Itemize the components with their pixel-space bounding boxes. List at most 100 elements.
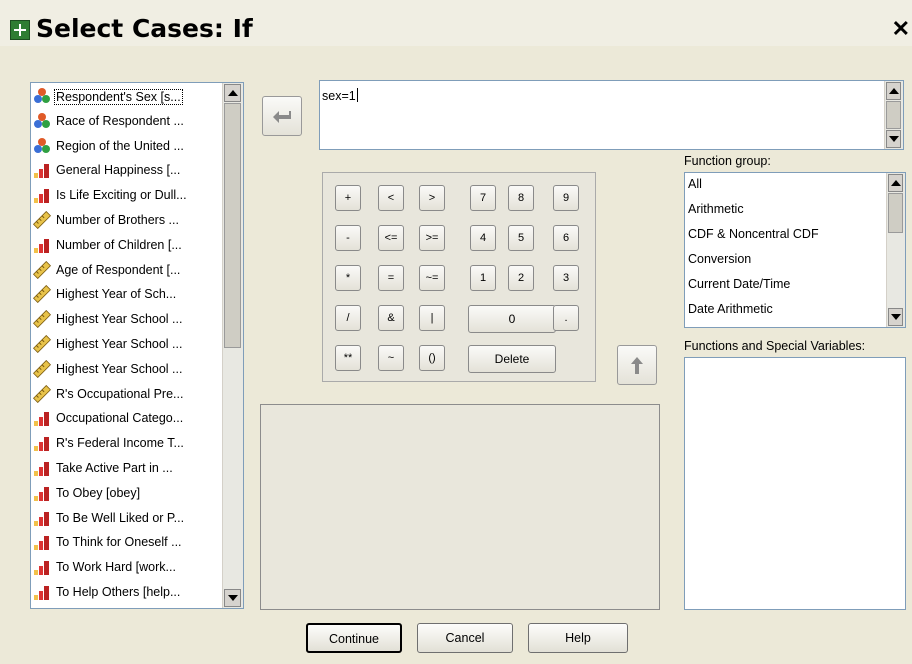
variable-label: To Help Others [help... xyxy=(56,585,181,599)
function-group-item[interactable]: Date Arithmetic xyxy=(688,302,773,316)
scroll-up-button[interactable] xyxy=(224,84,241,102)
text-caret xyxy=(356,88,358,102)
expression-textarea[interactable]: sex=1 xyxy=(319,80,904,150)
scroll-down-button[interactable] xyxy=(224,589,241,607)
key-decimal[interactable]: . xyxy=(553,305,579,331)
keypad-key[interactable]: >= xyxy=(419,225,445,251)
keypad-key[interactable]: 1 xyxy=(470,265,496,291)
variable-list-item[interactable]: Is Life Exciting or Dull... xyxy=(31,184,221,206)
keypad-key[interactable]: 9 xyxy=(553,185,579,211)
arrow-up-icon xyxy=(228,90,238,96)
function-group-item[interactable]: Current Date/Time xyxy=(688,277,790,291)
scroll-up-button[interactable] xyxy=(888,174,903,192)
keypad-key[interactable]: <= xyxy=(378,225,404,251)
scale-icon xyxy=(32,260,52,279)
expression-scrollbar[interactable] xyxy=(884,81,903,149)
ordinal-icon xyxy=(33,459,51,477)
ordinal-icon xyxy=(33,409,51,427)
variable-label: Highest Year School ... xyxy=(56,337,183,351)
variable-list-item[interactable]: To Be Well Liked or P... xyxy=(31,507,221,529)
variable-label: Age of Respondent [... xyxy=(56,262,181,277)
delete-button[interactable]: Delete xyxy=(468,345,556,373)
variable-list-item[interactable]: Take Active Part in ... xyxy=(31,457,221,479)
variable-label: R's Federal Income T... xyxy=(56,436,184,451)
variable-label: To Work Hard [work... xyxy=(56,560,176,575)
keypad-key[interactable]: * xyxy=(335,265,361,291)
insert-function-button[interactable] xyxy=(617,345,657,385)
function-description-area xyxy=(260,404,660,610)
keypad-key[interactable]: 4 xyxy=(470,225,496,251)
keypad-key[interactable]: 2 xyxy=(508,265,534,291)
keypad-key[interactable]: 3 xyxy=(553,265,579,291)
variable-list-item[interactable]: To Obey [obey] xyxy=(31,482,221,504)
keypad-key[interactable]: - xyxy=(335,225,361,251)
cancel-button[interactable]: Cancel xyxy=(417,623,513,653)
function-group-scrollbar[interactable] xyxy=(886,173,905,327)
variable-list-item[interactable]: R's Occupational Pre... xyxy=(31,383,221,405)
variable-list-item[interactable]: Highest Year School ... xyxy=(31,358,221,380)
variable-list-item[interactable]: Highest Year of Sch... xyxy=(31,283,221,305)
variable-list-item[interactable]: R's Federal Income T... xyxy=(31,432,221,454)
keypad-key[interactable]: 8 xyxy=(508,185,534,211)
arrow-left-icon xyxy=(273,111,291,123)
scroll-down-button[interactable] xyxy=(888,308,903,326)
variable-list-item[interactable]: To Think for Oneself ... xyxy=(31,531,221,553)
variable-list-scrollbar[interactable] xyxy=(222,83,243,608)
function-group-item[interactable]: Conversion xyxy=(688,252,751,266)
ordinal-icon xyxy=(33,236,51,254)
variable-list-item[interactable]: Number of Children [... xyxy=(31,234,221,256)
scroll-thumb[interactable] xyxy=(224,103,241,348)
nominal-icon xyxy=(33,87,51,105)
variable-list-item[interactable]: Respondent's Sex [s... xyxy=(31,85,221,107)
keypad-key[interactable]: 6 xyxy=(553,225,579,251)
keypad-key[interactable]: 7 xyxy=(470,185,496,211)
move-to-expression-button[interactable] xyxy=(262,96,302,136)
arrow-up-icon xyxy=(891,180,901,186)
function-group-item[interactable]: CDF & Noncentral CDF xyxy=(688,227,819,241)
close-button[interactable]: ✕ xyxy=(892,16,910,42)
variable-list-item[interactable]: Race of Respondent ... xyxy=(31,110,221,132)
ordinal-icon xyxy=(33,509,51,527)
function-group-item[interactable]: All xyxy=(688,177,702,191)
keypad-key[interactable]: > xyxy=(419,185,445,211)
functions-list[interactable] xyxy=(684,357,906,610)
keypad-key[interactable]: () xyxy=(419,345,445,371)
scroll-thumb[interactable] xyxy=(888,193,903,233)
variable-label: Race of Respondent ... xyxy=(56,113,184,128)
keypad-key[interactable]: / xyxy=(335,305,361,331)
keypad-key[interactable]: ** xyxy=(335,345,361,371)
variable-list-item[interactable]: Highest Year School ... xyxy=(31,308,221,330)
variable-list[interactable]: Respondent's Sex [s... Race of Respondent… xyxy=(30,82,244,609)
nominal-icon xyxy=(33,137,51,155)
variable-list-item[interactable]: Age of Respondent [... xyxy=(31,259,221,281)
keypad-key[interactable]: + xyxy=(335,185,361,211)
keypad-key[interactable]: | xyxy=(419,305,445,331)
variable-list-item[interactable]: To Help Others [help... xyxy=(31,581,221,603)
variable-list-item[interactable]: Highest Year School ... xyxy=(31,333,221,355)
variable-label: To Obey [obey] xyxy=(56,485,141,500)
keypad-key[interactable]: < xyxy=(378,185,404,211)
variable-label: Number of Children [... xyxy=(56,237,182,252)
keypad-key[interactable]: = xyxy=(378,265,404,291)
arrow-down-icon xyxy=(891,314,901,320)
variable-label: Highest Year School ... xyxy=(56,312,183,327)
scroll-thumb[interactable] xyxy=(886,101,901,129)
variable-label: To Think for Oneself ... xyxy=(56,535,182,550)
keypad-key[interactable]: ~ xyxy=(378,345,404,371)
function-group-list[interactable]: All Arithmetic CDF & Noncentral CDF Convers… xyxy=(684,172,906,328)
keypad-key[interactable]: 5 xyxy=(508,225,534,251)
variable-list-item[interactable]: Region of the United ... xyxy=(31,135,221,157)
ordinal-icon xyxy=(33,186,51,204)
key-0[interactable]: 0 xyxy=(468,305,556,333)
keypad-key[interactable]: ~= xyxy=(419,265,445,291)
variable-list-item[interactable]: Occupational Catego... xyxy=(31,407,221,429)
keypad-key[interactable]: & xyxy=(378,305,404,331)
variable-list-item[interactable]: To Work Hard [work... xyxy=(31,556,221,578)
help-button[interactable]: Help xyxy=(528,623,628,653)
scroll-down-button[interactable] xyxy=(886,130,901,148)
function-group-item[interactable]: Arithmetic xyxy=(688,202,744,216)
scroll-up-button[interactable] xyxy=(886,82,901,100)
variable-list-item[interactable]: Number of Brothers ... xyxy=(31,209,221,231)
continue-button[interactable]: Continue xyxy=(306,623,402,653)
variable-list-item[interactable]: General Happiness [... xyxy=(31,159,221,181)
